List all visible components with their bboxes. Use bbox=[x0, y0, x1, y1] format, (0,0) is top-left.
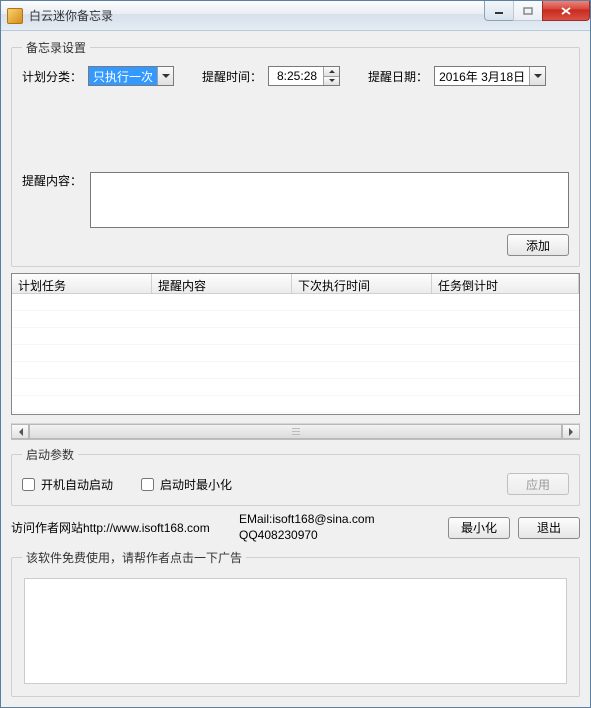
titlebar: 白云迷你备忘录 bbox=[1, 1, 590, 31]
maximize-icon bbox=[523, 6, 533, 16]
ad-legend: 该软件免费使用，请帮作者点击一下广告 bbox=[22, 549, 246, 566]
remind-time-value: 8:25:28 bbox=[269, 67, 323, 85]
ad-group: 该软件免费使用，请帮作者点击一下广告 bbox=[11, 549, 580, 697]
minimize-window-button[interactable] bbox=[484, 1, 514, 21]
col-remind-content[interactable]: 提醒内容 bbox=[152, 274, 292, 293]
chevron-down-icon bbox=[157, 67, 173, 85]
plan-category-label: 计划分类： bbox=[22, 68, 82, 85]
ad-area[interactable] bbox=[24, 578, 567, 684]
close-window-button[interactable] bbox=[542, 1, 590, 21]
window-title: 白云迷你备忘录 bbox=[29, 7, 113, 24]
maximize-window-button[interactable] bbox=[513, 1, 543, 21]
memo-settings-legend: 备忘录设置 bbox=[22, 39, 90, 56]
scroll-left-button[interactable] bbox=[12, 424, 29, 439]
remind-content-label: 提醒内容： bbox=[22, 172, 82, 189]
remind-time-input[interactable]: 8:25:28 bbox=[268, 66, 340, 86]
autostart-label: 开机自动启动 bbox=[41, 476, 113, 493]
author-email: EMail:isoft168@sina.com bbox=[239, 512, 440, 528]
scroll-thumb[interactable] bbox=[29, 424, 562, 439]
col-plan-task[interactable]: 计划任务 bbox=[12, 274, 152, 293]
add-button[interactable]: 添加 bbox=[507, 234, 569, 256]
plan-category-select[interactable]: 只执行一次 bbox=[88, 66, 174, 86]
remind-date-picker[interactable]: 2016年 3月18日 bbox=[434, 66, 546, 86]
listview-header: 计划任务 提醒内容 下次执行时间 任务倒计时 bbox=[12, 274, 579, 294]
exit-button[interactable]: 退出 bbox=[518, 517, 580, 539]
start-minimized-label: 启动时最小化 bbox=[160, 476, 232, 493]
author-contact: EMail:isoft168@sina.com QQ408230970 bbox=[239, 512, 440, 543]
start-minimized-checkbox[interactable]: 启动时最小化 bbox=[141, 476, 232, 493]
author-qq: QQ408230970 bbox=[239, 528, 440, 544]
start-minimized-checkbox-input[interactable] bbox=[141, 478, 154, 491]
remind-date-value: 2016年 3月18日 bbox=[435, 67, 529, 85]
startup-legend: 启动参数 bbox=[22, 446, 78, 463]
autostart-checkbox-input[interactable] bbox=[22, 478, 35, 491]
remind-date-label: 提醒日期： bbox=[368, 68, 428, 85]
minimize-icon bbox=[494, 6, 504, 16]
remind-time-label: 提醒时间： bbox=[202, 68, 262, 85]
footer-info-row: 访问作者网站http://www.isoft168.com EMail:isof… bbox=[11, 512, 580, 543]
listview-body[interactable] bbox=[12, 294, 579, 414]
close-icon bbox=[560, 6, 572, 16]
plan-category-value: 只执行一次 bbox=[89, 67, 157, 85]
horizontal-scrollbar[interactable] bbox=[11, 423, 580, 440]
autostart-checkbox[interactable]: 开机自动启动 bbox=[22, 476, 113, 493]
chevron-down-icon bbox=[529, 67, 545, 85]
task-listview[interactable]: 计划任务 提醒内容 下次执行时间 任务倒计时 bbox=[11, 273, 580, 415]
startup-params-group: 启动参数 开机自动启动 启动时最小化 应用 bbox=[11, 446, 580, 506]
scroll-right-button[interactable] bbox=[562, 424, 579, 439]
col-next-time[interactable]: 下次执行时间 bbox=[292, 274, 432, 293]
col-countdown[interactable]: 任务倒计时 bbox=[432, 274, 579, 293]
window-controls bbox=[485, 1, 590, 21]
minimize-button[interactable]: 最小化 bbox=[448, 517, 510, 539]
remind-content-textarea[interactable] bbox=[90, 172, 569, 228]
time-spin-down[interactable] bbox=[324, 77, 339, 86]
app-icon bbox=[7, 8, 23, 24]
memo-settings-group: 备忘录设置 计划分类： 只执行一次 提醒时间： 8:25:28 提醒日期 bbox=[11, 39, 580, 267]
author-site-link[interactable]: 访问作者网站http://www.isoft168.com bbox=[11, 519, 231, 536]
apply-button[interactable]: 应用 bbox=[507, 473, 569, 495]
time-spin-up[interactable] bbox=[324, 67, 339, 77]
